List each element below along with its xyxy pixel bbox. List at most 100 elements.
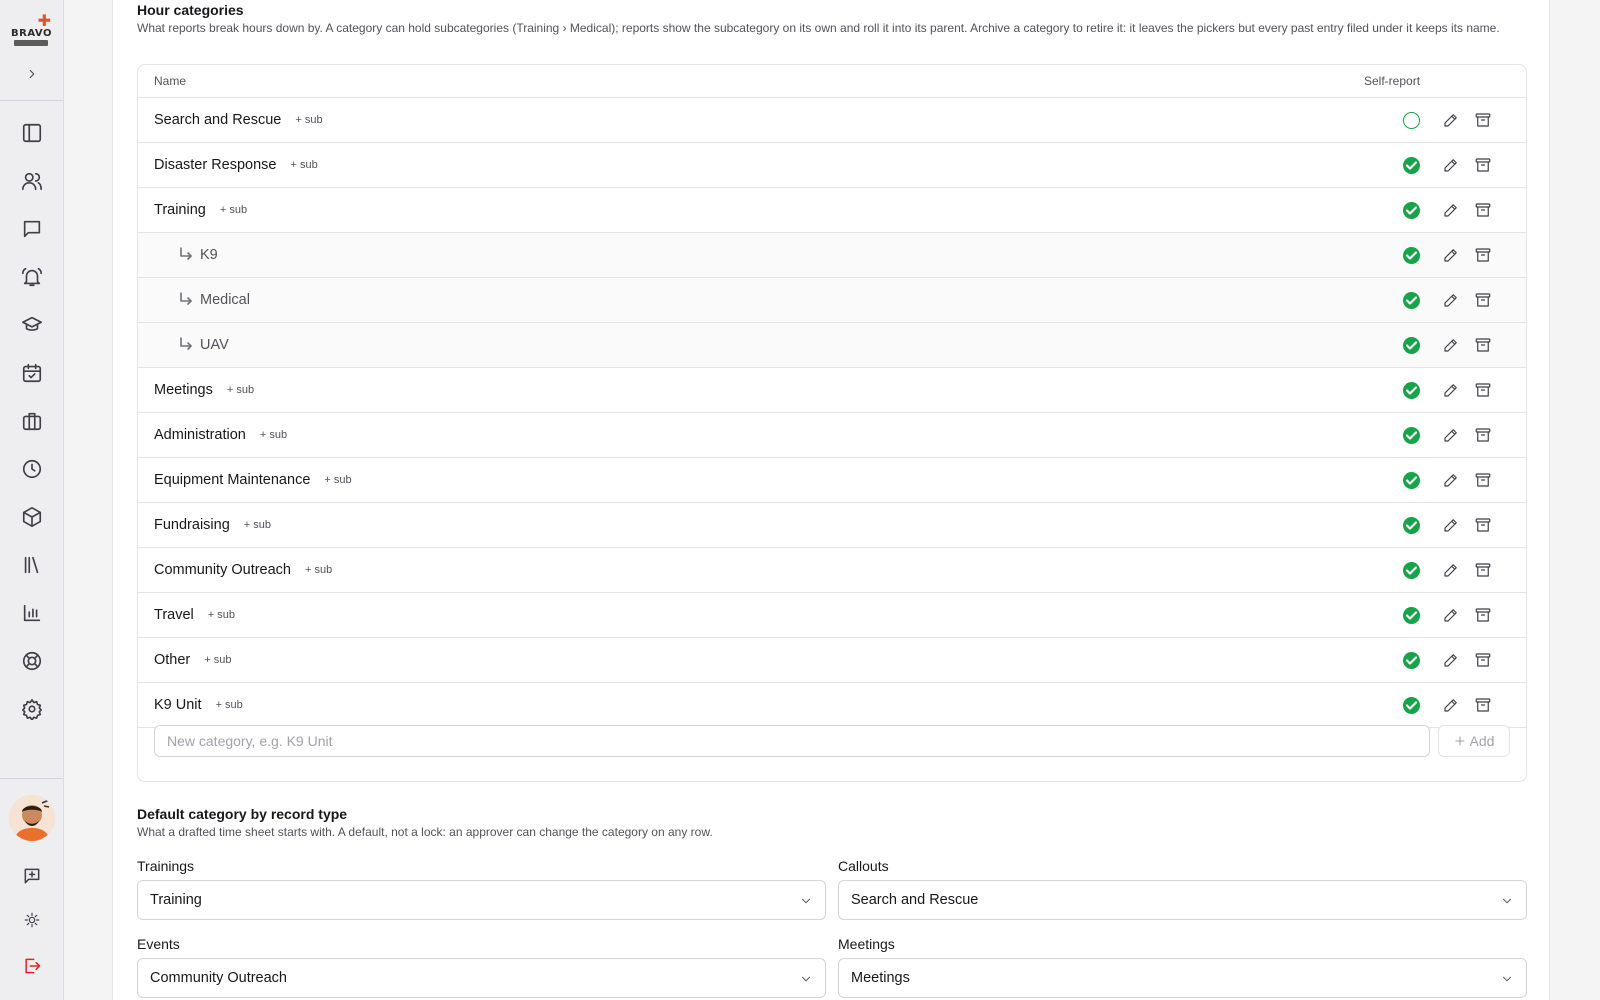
- archive-category-button[interactable]: [1474, 696, 1494, 716]
- archive-category-button[interactable]: [1474, 561, 1494, 581]
- edit-category-button[interactable]: [1442, 291, 1462, 311]
- add-subcategory-button[interactable]: + sub: [204, 654, 231, 666]
- self-report-toggle[interactable]: [1403, 382, 1420, 399]
- self-report-toggle[interactable]: [1403, 202, 1420, 219]
- subcategory-name: UAV: [200, 337, 229, 353]
- archive-category-button[interactable]: [1474, 291, 1494, 311]
- archive-category-button[interactable]: [1474, 201, 1494, 221]
- self-report-toggle[interactable]: [1403, 112, 1420, 129]
- edit-category-button[interactable]: [1442, 246, 1462, 266]
- check-icon: [1406, 701, 1417, 710]
- subcategory-row: Medical: [138, 278, 1526, 323]
- archive-category-button[interactable]: [1474, 381, 1494, 401]
- nav-events[interactable]: [0, 349, 63, 397]
- check-icon: [1406, 341, 1417, 350]
- archive-icon: [1475, 383, 1491, 397]
- app-logo[interactable]: ✚ BRAVO: [11, 14, 53, 48]
- pencil-icon: [1444, 339, 1457, 352]
- add-subcategory-button[interactable]: + sub: [291, 159, 318, 171]
- edit-category-button[interactable]: [1442, 336, 1462, 356]
- nav-settings[interactable]: [0, 685, 63, 733]
- nav-reports[interactable]: [0, 589, 63, 637]
- nav-messages[interactable]: [0, 205, 63, 253]
- edit-category-button[interactable]: [1442, 381, 1462, 401]
- nav-callouts[interactable]: [0, 253, 63, 301]
- add-subcategory-button[interactable]: + sub: [216, 699, 243, 711]
- self-report-toggle[interactable]: [1403, 697, 1420, 714]
- default-meetings-label: Meetings: [838, 936, 895, 952]
- add-category-button[interactable]: Add: [1438, 725, 1510, 757]
- nav-hours[interactable]: [0, 445, 63, 493]
- self-report-toggle[interactable]: [1403, 337, 1420, 354]
- edit-category-button[interactable]: [1442, 426, 1462, 446]
- add-subcategory-button[interactable]: + sub: [208, 609, 235, 621]
- add-subcategory-button[interactable]: + sub: [260, 429, 287, 441]
- category-name: Administration: [154, 427, 246, 443]
- archive-category-button[interactable]: [1474, 471, 1494, 491]
- archive-category-button[interactable]: [1474, 606, 1494, 626]
- default-trainings-select[interactable]: Training: [137, 880, 826, 920]
- nav-help[interactable]: [0, 637, 63, 685]
- archive-category-button[interactable]: [1474, 336, 1494, 356]
- add-subcategory-button[interactable]: + sub: [227, 384, 254, 396]
- edit-category-button[interactable]: [1442, 561, 1462, 581]
- default-meetings-field: Meetings Meetings: [838, 936, 1527, 998]
- add-subcategory-button[interactable]: + sub: [220, 204, 247, 216]
- column-name-header: Name: [154, 74, 187, 88]
- edit-category-button[interactable]: [1442, 696, 1462, 716]
- new-category-input[interactable]: [154, 725, 1430, 757]
- edit-category-button[interactable]: [1442, 471, 1462, 491]
- nav-training[interactable]: [0, 301, 63, 349]
- archive-category-button[interactable]: [1474, 651, 1494, 671]
- category-name: Search and Rescue: [154, 112, 282, 128]
- sun-icon: [24, 912, 40, 928]
- self-report-toggle[interactable]: [1403, 292, 1420, 309]
- self-report-toggle[interactable]: [1403, 157, 1420, 174]
- expand-sidebar-button[interactable]: [20, 64, 44, 84]
- logout-button[interactable]: [18, 952, 46, 980]
- feedback-button[interactable]: [18, 862, 46, 890]
- add-subcategory-button[interactable]: + sub: [295, 114, 322, 126]
- self-report-toggle[interactable]: [1403, 472, 1420, 489]
- nav-dashboard[interactable]: [0, 109, 63, 157]
- edit-category-button[interactable]: [1442, 516, 1462, 536]
- archive-category-button[interactable]: [1474, 111, 1494, 131]
- self-report-toggle[interactable]: [1403, 652, 1420, 669]
- check-icon: [1406, 521, 1417, 530]
- self-report-toggle[interactable]: [1403, 517, 1420, 534]
- user-avatar[interactable]: [9, 795, 55, 841]
- sidebar: ✚ BRAVO: [0, 0, 64, 1000]
- sidebar-nav: [0, 109, 63, 733]
- nav-members[interactable]: [0, 157, 63, 205]
- default-callouts-select[interactable]: Search and Rescue: [838, 880, 1527, 920]
- add-subcategory-button[interactable]: + sub: [244, 519, 271, 531]
- category-name: Training: [154, 202, 206, 218]
- nav-library[interactable]: [0, 541, 63, 589]
- default-meetings-select[interactable]: Meetings: [838, 958, 1527, 998]
- archive-category-button[interactable]: [1474, 516, 1494, 536]
- self-report-toggle[interactable]: [1403, 247, 1420, 264]
- self-report-toggle[interactable]: [1403, 427, 1420, 444]
- archive-category-button[interactable]: [1474, 156, 1494, 176]
- edit-category-button[interactable]: [1442, 111, 1462, 131]
- edit-category-button[interactable]: [1442, 156, 1462, 176]
- nav-assets[interactable]: [0, 397, 63, 445]
- self-report-toggle[interactable]: [1403, 562, 1420, 579]
- add-subcategory-button[interactable]: + sub: [305, 564, 332, 576]
- edit-category-button[interactable]: [1442, 201, 1462, 221]
- nav-inventory[interactable]: [0, 493, 63, 541]
- default-events-select[interactable]: Community Outreach: [137, 958, 826, 998]
- category-row: Community Outreach + sub: [138, 548, 1526, 593]
- theme-toggle-button[interactable]: [18, 906, 46, 934]
- check-icon: [1406, 611, 1417, 620]
- archive-category-button[interactable]: [1474, 426, 1494, 446]
- sidebar-divider: [0, 100, 63, 101]
- category-name-cell: Search and Rescue + sub: [154, 112, 323, 128]
- edit-category-button[interactable]: [1442, 651, 1462, 671]
- edit-category-button[interactable]: [1442, 606, 1462, 626]
- add-subcategory-button[interactable]: + sub: [324, 474, 351, 486]
- archive-category-button[interactable]: [1474, 246, 1494, 266]
- pencil-icon: [1444, 429, 1457, 442]
- chevron-down-icon: [799, 894, 813, 908]
- self-report-toggle[interactable]: [1403, 607, 1420, 624]
